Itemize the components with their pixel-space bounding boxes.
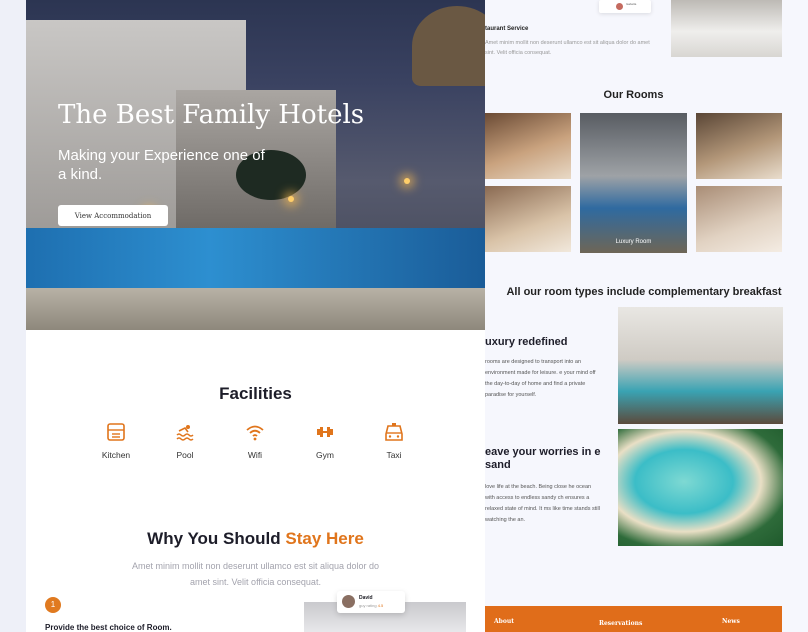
service-title: taurant Service xyxy=(485,26,529,32)
wifi-icon xyxy=(246,425,264,441)
service-text: Amet minim mollit non deserunt ullamco e… xyxy=(485,40,650,56)
avatar xyxy=(342,595,355,608)
facility-gym[interactable]: Gym xyxy=(300,422,350,460)
beach-text: love life at the beach. Being close he o… xyxy=(485,484,600,523)
rating-label: guy rating xyxy=(359,603,377,608)
reviewer-name: David xyxy=(359,595,373,601)
luxury-text: rooms are designed to transport into an … xyxy=(485,359,596,398)
beach-photo xyxy=(618,429,783,546)
facility-label: Wifi xyxy=(247,450,263,460)
luxury-room-photo xyxy=(618,307,783,424)
hero-section: The Best Family Hotels Making your Exper… xyxy=(26,0,485,330)
step-number-badge: 1 xyxy=(45,597,61,613)
footer-nav: About Reservations News xyxy=(485,606,782,632)
room-card[interactable] xyxy=(485,186,571,252)
step-title: Provide the best choice of Room. xyxy=(45,623,172,632)
why-title: Why You Should Stay Here xyxy=(26,529,485,549)
facilities-title: Facilities xyxy=(219,384,292,403)
featured-room-caption: Luxury Room xyxy=(615,239,652,245)
facility-pool[interactable]: Pool xyxy=(160,422,210,460)
footer-about-link[interactable]: About xyxy=(494,618,514,625)
beach-heading: eave your worries in e sand xyxy=(485,446,601,471)
hero-subtitle: Making your Experience one of a kind. xyxy=(58,147,265,183)
room-card[interactable] xyxy=(696,113,782,179)
rooms-title: Our Rooms xyxy=(603,89,664,101)
landing-page-right: taurant Service Amet minim mollit non de… xyxy=(485,0,808,632)
gym-icon xyxy=(317,427,333,437)
lamp-light xyxy=(288,196,294,202)
avatar xyxy=(616,3,623,10)
facility-label: Pool xyxy=(176,450,194,460)
taxi-icon xyxy=(385,423,403,441)
room-card[interactable] xyxy=(485,113,571,179)
kitchen-icon xyxy=(107,423,125,441)
hero-title: The Best Family Hotels xyxy=(58,100,365,130)
view-accommodation-button[interactable]: View Accommodation xyxy=(58,205,168,226)
pool-icon xyxy=(176,425,194,441)
swimming-pool xyxy=(26,228,485,290)
luxury-heading: uxury redefined xyxy=(485,336,568,348)
facility-label: Taxi xyxy=(386,450,402,460)
footer-reservations-link[interactable]: Reservations xyxy=(599,620,642,627)
bedroom-photo xyxy=(671,0,782,57)
why-title-highlight: Stay Here xyxy=(285,529,364,548)
landing-page-left: The Best Family Hotels Making your Exper… xyxy=(26,0,485,632)
facility-taxi[interactable]: Taxi xyxy=(369,422,419,460)
design-canvas: The Best Family Hotels Making your Exper… xyxy=(0,0,808,632)
why-description: Amet minim mollit non deserunt ullamco e… xyxy=(131,561,380,587)
review-card: David guy rating 4.5 xyxy=(337,591,405,613)
facility-wifi[interactable]: Wifi xyxy=(230,422,280,460)
facilities-list: Kitchen Pool Wifi Gym Taxi xyxy=(26,422,485,466)
breakfast-banner: All our room types include complementary… xyxy=(506,286,782,298)
review-rating: guy rating 4.5 xyxy=(359,603,383,608)
mini-profile-card: Isabella xyxy=(599,0,651,13)
beach-umbrella xyxy=(412,6,485,86)
pool-deck xyxy=(26,288,485,330)
room-card[interactable] xyxy=(696,186,782,252)
facility-label: Gym xyxy=(316,450,334,460)
lamp-light xyxy=(404,178,410,184)
rating-value: 4.5 xyxy=(377,603,384,608)
room-card-featured[interactable]: Luxury Room xyxy=(580,113,687,253)
footer-news-link[interactable]: News xyxy=(722,618,740,625)
facility-label: Kitchen xyxy=(101,450,131,460)
why-title-prefix: Why You Should xyxy=(147,529,286,548)
facility-kitchen[interactable]: Kitchen xyxy=(91,422,141,460)
mini-profile-name: Isabella xyxy=(626,2,637,6)
